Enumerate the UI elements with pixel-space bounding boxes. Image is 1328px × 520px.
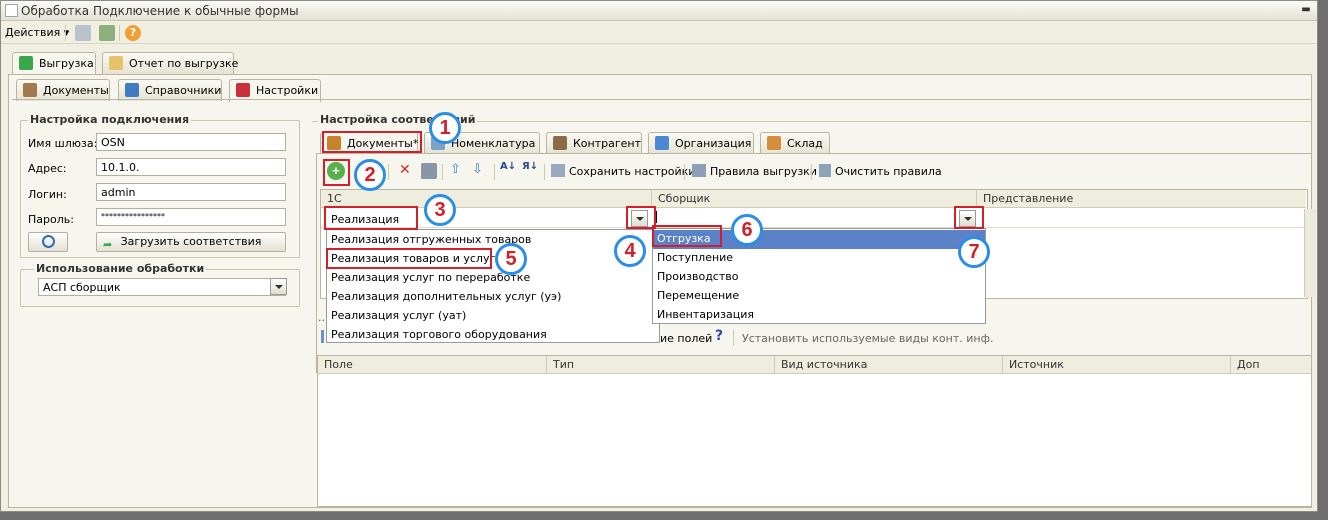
address-input[interactable]: 10.1.0. xyxy=(96,158,286,176)
toolbar-separator xyxy=(811,164,812,180)
settings-tab-icon xyxy=(236,83,250,97)
highlight-box xyxy=(326,248,492,269)
calendar-icon xyxy=(109,56,123,70)
toolbar-separator xyxy=(733,330,734,346)
tab-export-report[interactable]: Отчет по выгрузке xyxy=(102,52,238,74)
toolbar: Действия ▾ ? xyxy=(1,22,1317,44)
warehouse-icon xyxy=(767,136,781,150)
tab-mapping-counterparty[interactable]: Контрагент xyxy=(546,132,642,154)
password-input[interactable]: **************** xyxy=(96,208,286,226)
arrow-right-icon: ➦ xyxy=(103,238,113,251)
column-header-field: Поле xyxy=(318,356,546,374)
column-header-presentation: Представление xyxy=(976,190,1306,208)
gateway-input[interactable]: OSN xyxy=(96,133,286,151)
highlight-box xyxy=(954,206,984,229)
step-marker: 7 xyxy=(958,236,990,268)
tab-catalogs[interactable]: Справочники xyxy=(118,79,222,101)
dropdown-option[interactable]: Реализация дополнительных услуг (уэ) xyxy=(327,288,659,307)
step-marker: 5 xyxy=(495,243,527,275)
usage-select[interactable]: АСП сборщик xyxy=(38,278,286,296)
toolbar-separator xyxy=(119,25,120,41)
export-rules-icon xyxy=(692,164,706,177)
power-icon xyxy=(41,235,55,248)
book-icon xyxy=(125,83,139,97)
highlight-box xyxy=(323,159,350,186)
move-up-icon[interactable]: ⇧ xyxy=(450,162,461,177)
actions-menu[interactable]: Действия ▾ xyxy=(5,26,69,39)
login-input[interactable]: admin xyxy=(96,183,286,201)
export-icon[interactable] xyxy=(99,25,115,41)
window-title: Обработка Подключение к обычные формы xyxy=(21,4,299,18)
highlight-box xyxy=(322,131,422,153)
help-icon[interactable]: ? xyxy=(125,25,141,41)
toolbar-separator xyxy=(442,164,443,180)
tab-documents[interactable]: Документы xyxy=(16,79,110,101)
export-tab-icon xyxy=(19,56,33,70)
dropdown-option[interactable]: Реализация услуг (уат) xyxy=(327,307,659,326)
table-row[interactable] xyxy=(321,208,1305,228)
column-header-source: Источник xyxy=(1002,356,1230,374)
delete-icon[interactable]: ✕ xyxy=(399,162,411,178)
step-marker: 4 xyxy=(614,235,646,267)
restore-icon[interactable]: ▬ xyxy=(1299,4,1313,17)
disk-icon[interactable] xyxy=(421,163,437,179)
usage-group-title: Использование обработки xyxy=(34,262,207,275)
computer-icon[interactable] xyxy=(75,25,91,41)
toolbar-separator xyxy=(494,164,495,180)
move-down-icon[interactable]: ⇩ xyxy=(472,162,483,177)
sort-asc-icon[interactable]: A↓ xyxy=(500,161,516,172)
dropdown-option[interactable]: Поступление xyxy=(653,249,985,268)
fields-table xyxy=(317,355,1312,507)
scrollbar[interactable] xyxy=(1304,209,1316,297)
trash-icon xyxy=(819,164,831,177)
fields-link[interactable]: ие полей xyxy=(660,332,712,345)
usage-dropdown-button[interactable] xyxy=(270,278,287,295)
dropdown-option[interactable]: Реализация торгового оборудования xyxy=(327,326,659,345)
toolbar-separator xyxy=(65,25,66,41)
organization-icon xyxy=(655,136,669,150)
dropdown-option[interactable]: Инвентаризация xyxy=(653,306,985,325)
dropdown-option[interactable]: Реализация услуг по переработке xyxy=(327,269,659,288)
1c-dropdown-list: Реализация отгруженных товаров Реализаци… xyxy=(326,229,660,343)
tab-mapping-organization[interactable]: Организация xyxy=(648,132,754,154)
login-label: Логин: xyxy=(28,188,67,201)
sort-desc-icon[interactable]: Я↓ xyxy=(522,161,538,172)
save-settings-icon xyxy=(551,164,565,177)
briefcase-icon xyxy=(23,83,37,97)
counterparty-icon xyxy=(553,136,567,150)
column-header-type: Тип xyxy=(546,356,774,374)
load-mappings-button[interactable]: ➦ Загрузить соответствия xyxy=(96,232,286,252)
toolbar-separator xyxy=(388,164,389,180)
question-icon[interactable]: ? xyxy=(715,328,723,344)
tab-mapping-warehouse[interactable]: Склад xyxy=(760,132,830,154)
connection-group-title: Настройка подключения xyxy=(28,113,192,126)
column-header-picker: Сборщик xyxy=(651,190,976,208)
highlight-box xyxy=(324,206,418,230)
dropdown-option[interactable]: Перемещение xyxy=(653,287,985,306)
fields-icon xyxy=(321,330,324,343)
power-button[interactable] xyxy=(28,232,68,252)
address-label: Адрес: xyxy=(28,162,67,175)
set-contact-types-button[interactable]: Установить используемые виды конт. инф. xyxy=(742,332,993,345)
text-cursor xyxy=(656,211,657,223)
toolbar-separator xyxy=(684,164,685,180)
column-header-source-type: Вид источника xyxy=(774,356,1002,374)
clear-rules-button[interactable]: Очистить правила xyxy=(835,165,942,178)
step-marker: 6 xyxy=(731,214,763,246)
step-marker: 1 xyxy=(429,112,461,144)
save-settings-button[interactable]: Сохранить настройки xyxy=(569,165,695,178)
toolbar-separator xyxy=(544,164,545,180)
export-rules-button[interactable]: Правила выгрузки xyxy=(710,165,817,178)
step-marker: 3 xyxy=(424,194,456,226)
tab-export[interactable]: Выгрузка xyxy=(12,52,96,75)
gateway-label: Имя шлюза: xyxy=(28,137,98,150)
column-header-extra: Доп xyxy=(1230,356,1311,374)
app-icon xyxy=(5,4,18,17)
title-bar: Обработка Подключение к обычные формы ▬ xyxy=(1,1,1317,21)
step-marker: 2 xyxy=(354,159,386,191)
password-label: Пароль: xyxy=(28,213,74,226)
highlight-box xyxy=(652,225,722,247)
dropdown-option[interactable]: Производство xyxy=(653,268,985,287)
